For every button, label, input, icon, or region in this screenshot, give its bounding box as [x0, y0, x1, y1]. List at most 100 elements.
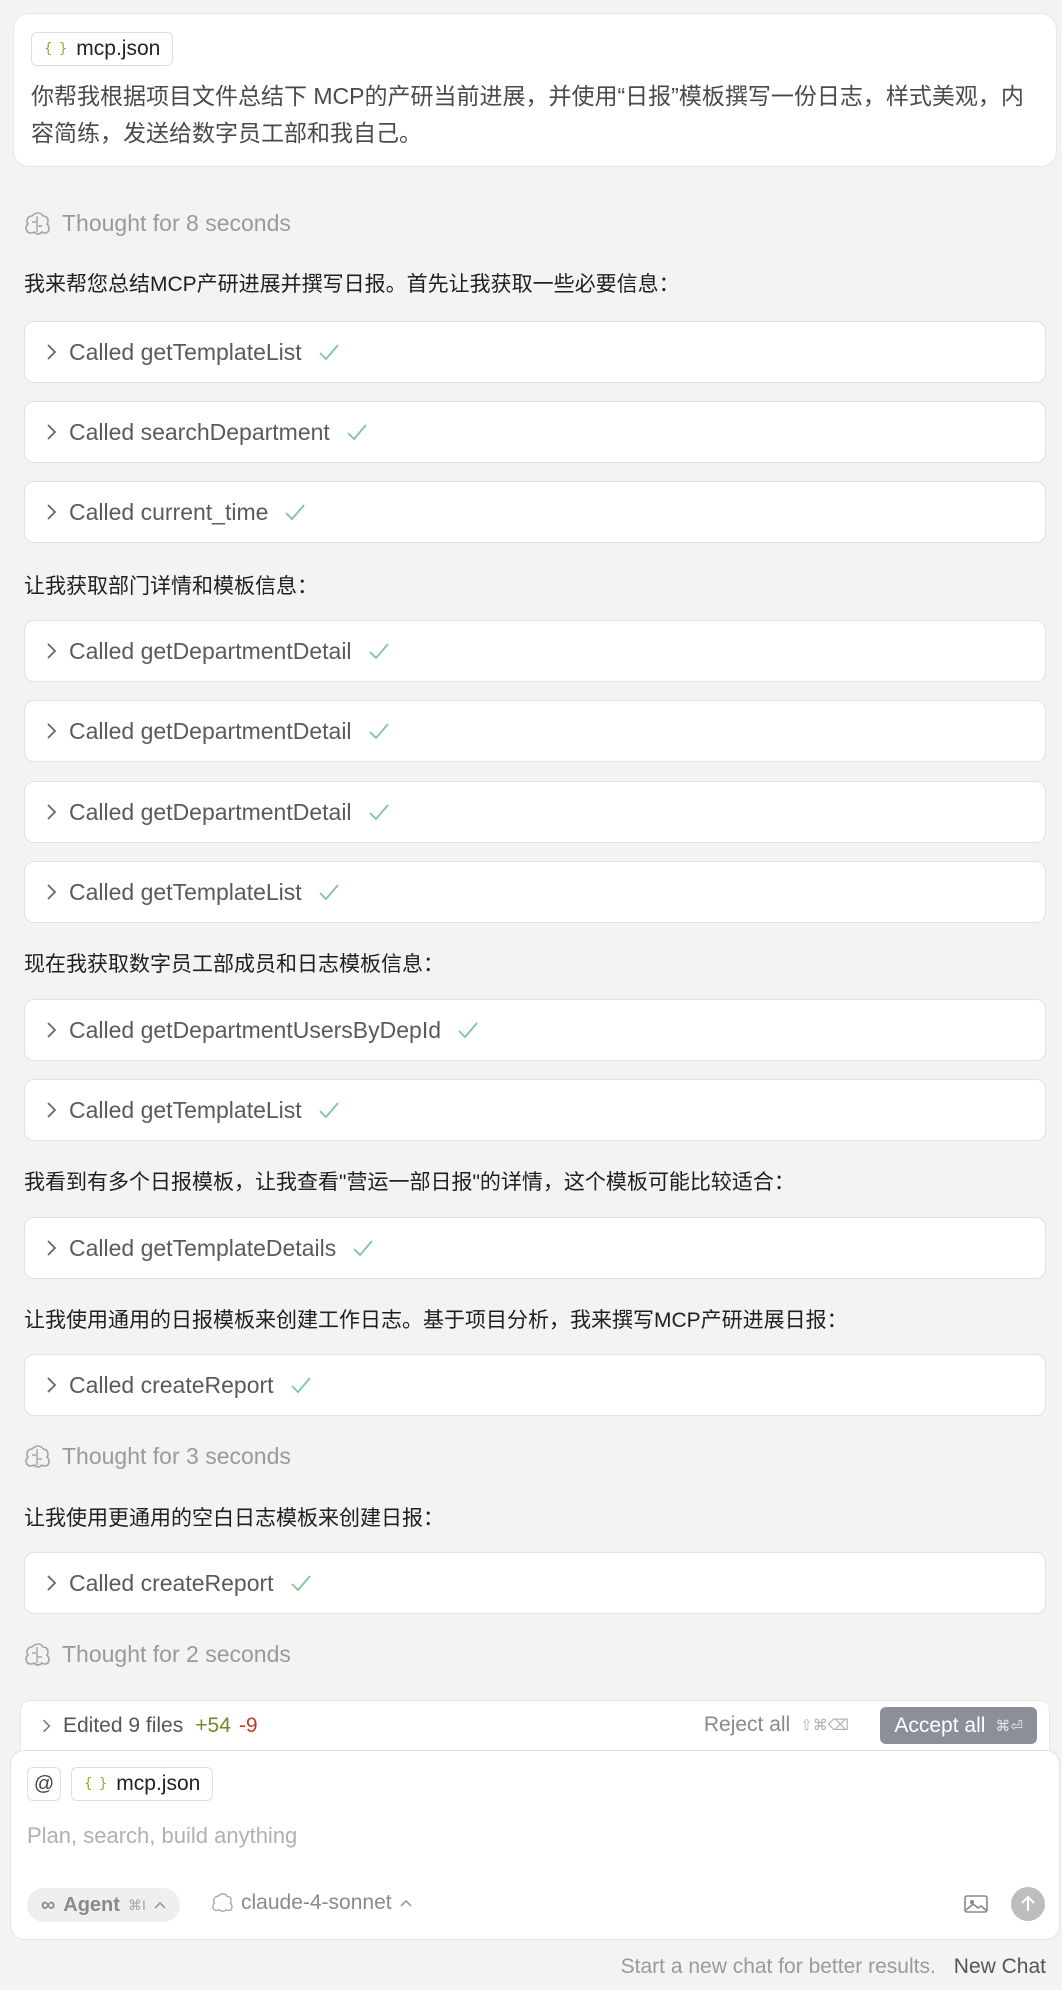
- tool-call-label: Called getTemplateList: [69, 878, 302, 905]
- brain-icon: [25, 1642, 50, 1666]
- chevron-right-icon: [47, 723, 57, 739]
- context-file-label: mcp.json: [116, 1772, 201, 1795]
- reject-all-shortcut: ⇧⌘⌫: [800, 1717, 849, 1734]
- brain-icon: [25, 211, 50, 235]
- tool-call-label: Called getTemplateList: [69, 338, 302, 365]
- footer: Start a new chat for better results. New…: [621, 1955, 1046, 1979]
- thought-row[interactable]: Thought for 8 seconds: [24, 210, 291, 237]
- agent-mode-selector[interactable]: ∞ Agent ⌘I: [27, 1888, 180, 1922]
- chevron-up-icon: [154, 1901, 166, 1909]
- chevron-right-icon: [47, 344, 57, 360]
- check-icon: [285, 504, 306, 521]
- check-icon: [319, 884, 339, 901]
- thought-row[interactable]: Thought for 3 seconds: [24, 1443, 291, 1470]
- mention-button[interactable]: @: [27, 1767, 61, 1801]
- chevron-right-icon[interactable]: [41, 1718, 51, 1734]
- tool-call-label: Called getDepartmentDetail: [69, 798, 352, 825]
- reject-all-label: Reject all: [703, 1713, 791, 1736]
- check-icon: [368, 643, 389, 660]
- chevron-right-icon: [47, 1575, 57, 1591]
- chevron-right-icon: [47, 804, 57, 820]
- context-file-chip[interactable]: { } mcp.json: [71, 1767, 214, 1801]
- chevron-right-icon: [47, 643, 57, 659]
- tool-call-label: Called getDepartmentUsersByDepId: [69, 1016, 442, 1043]
- new-chat-link[interactable]: New Chat: [954, 1955, 1046, 1979]
- prompt-input[interactable]: Plan, search, build anything: [27, 1823, 297, 1849]
- tool-call-row[interactable]: Called current_time: [24, 481, 1046, 543]
- tool-call-row[interactable]: Called getTemplateList: [24, 321, 1046, 383]
- accept-all-shortcut: ⌘⏎: [995, 1717, 1023, 1735]
- tool-call-row[interactable]: Called createReport: [24, 1354, 1046, 1416]
- json-file-icon: { }: [44, 41, 67, 57]
- edited-files-bar[interactable]: Edited 9 files +54 -9 Reject all ⇧⌘⌫ Acc…: [20, 1700, 1050, 1750]
- chevron-right-icon: [47, 1022, 57, 1038]
- tool-call-label: Called getTemplateList: [69, 1096, 302, 1123]
- tool-call-label: Called createReport: [69, 1371, 274, 1398]
- check-icon: [368, 723, 389, 740]
- tool-call-row[interactable]: Called getTemplateDetails: [24, 1217, 1046, 1279]
- chevron-right-icon: [47, 1240, 57, 1256]
- tool-call-label: Called createReport: [69, 1569, 274, 1596]
- new-chat-hint: Start a new chat for better results.: [620, 1955, 936, 1978]
- check-icon: [353, 1240, 373, 1257]
- check-icon: [319, 344, 339, 361]
- assistant-text: 现在我获取数字员工部成员和日志模板信息：: [24, 953, 444, 976]
- agent-shortcut: ⌘I: [127, 1896, 146, 1913]
- thought-label: Thought for 8 seconds: [62, 210, 291, 236]
- tool-call-row[interactable]: Called createReport: [24, 1552, 1046, 1614]
- user-message-text: 你帮我根据项目文件总结下 MCP的产研当前进展，并使用“日报”模板撰写一份日志，…: [31, 83, 1024, 146]
- check-icon: [319, 1102, 339, 1119]
- assistant-text: 我看到有多个日报模板，让我查看"营运一部日报"的详情，这个模板可能比较适合：: [24, 1171, 795, 1194]
- additions-count: +54: [195, 1713, 231, 1737]
- tool-call-label: Called getDepartmentDetail: [69, 717, 352, 744]
- tool-call-label: Called searchDepartment: [69, 418, 330, 445]
- assistant-text: 让我使用更通用的空白日志模板来创建日报：: [24, 1507, 444, 1530]
- chevron-right-icon: [47, 424, 57, 440]
- tool-call-row[interactable]: Called searchDepartment: [24, 401, 1046, 463]
- thought-label: Thought for 3 seconds: [62, 1443, 291, 1469]
- tool-call-label: Called current_time: [69, 498, 269, 525]
- reject-all-button[interactable]: Reject all ⇧⌘⌫: [704, 1713, 849, 1737]
- brain-icon: [25, 1444, 50, 1468]
- image-upload-icon[interactable]: [963, 1893, 989, 1915]
- tool-call-row[interactable]: Called getDepartmentDetail: [24, 620, 1046, 682]
- assistant-text: 让我使用通用的日报模板来创建工作日志。基于项目分析，我来撰写MCP产研进展日报：: [24, 1309, 848, 1332]
- tool-call-label: Called getTemplateDetails: [69, 1234, 337, 1261]
- check-icon: [290, 1575, 311, 1592]
- deletions-count: -9: [238, 1713, 258, 1737]
- chevron-right-icon: [47, 1102, 57, 1118]
- accept-all-button[interactable]: Accept all ⌘⏎: [880, 1707, 1037, 1744]
- check-icon: [290, 1377, 311, 1394]
- json-file-icon: { }: [84, 1776, 107, 1792]
- edited-files-label: Edited 9 files: [63, 1713, 184, 1737]
- thought-row[interactable]: Thought for 2 seconds: [24, 1641, 291, 1668]
- tool-call-row[interactable]: Called getTemplateList: [24, 1079, 1046, 1141]
- tool-call-label: Called getDepartmentDetail: [69, 637, 352, 664]
- model-selector[interactable]: claude-4-sonnet: [211, 1891, 412, 1915]
- check-icon: [347, 424, 367, 441]
- assistant-text: 我来帮您总结MCP产研进展并撰写日报。首先让我获取一些必要信息：: [24, 273, 680, 296]
- brain-icon: [212, 1893, 233, 1913]
- chevron-right-icon: [47, 1377, 57, 1393]
- tool-call-row[interactable]: Called getDepartmentUsersByDepId: [24, 999, 1046, 1061]
- accept-all-label: Accept all: [894, 1713, 986, 1737]
- chevron-right-icon: [47, 504, 57, 520]
- user-message: { } mcp.json 你帮我根据项目文件总结下 MCP的产研当前进展，并使用…: [13, 13, 1057, 167]
- thought-label: Thought for 2 seconds: [62, 1641, 291, 1667]
- tool-call-row[interactable]: Called getDepartmentDetail: [24, 781, 1046, 843]
- send-button[interactable]: [1011, 1887, 1045, 1921]
- model-label: claude-4-sonnet: [241, 1891, 392, 1914]
- assistant-text: 让我获取部门详情和模板信息：: [24, 575, 318, 598]
- chevron-up-icon: [400, 1899, 412, 1907]
- tool-call-row[interactable]: Called getTemplateList: [24, 861, 1046, 923]
- tool-call-row[interactable]: Called getDepartmentDetail: [24, 700, 1046, 762]
- arrow-up-icon: [1021, 1895, 1035, 1911]
- file-chip[interactable]: { } mcp.json: [31, 32, 174, 66]
- chevron-right-icon: [47, 884, 57, 900]
- file-chip-label: mcp.json: [76, 37, 161, 60]
- check-icon: [458, 1022, 478, 1039]
- chat-panel: { } mcp.json 你帮我根据项目文件总结下 MCP的产研当前进展，并使用…: [0, 0, 1062, 1990]
- check-icon: [368, 804, 389, 821]
- agent-label: Agent: [63, 1893, 120, 1916]
- infinity-icon: ∞: [41, 1893, 56, 1916]
